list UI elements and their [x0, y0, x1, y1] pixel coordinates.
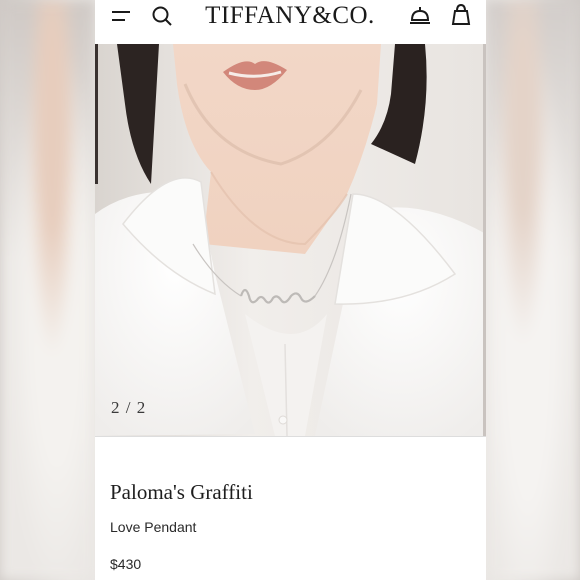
divider	[95, 436, 486, 437]
blurred-backdrop-right	[485, 0, 580, 580]
product-price: $430	[110, 556, 142, 572]
blurred-backdrop-left	[0, 0, 95, 580]
shopping-bag-icon[interactable]	[450, 3, 472, 27]
brand-logo[interactable]: TIFFANY&CO.	[195, 2, 385, 30]
search-icon[interactable]	[151, 5, 173, 27]
phone-screen: TIFFANY&CO. 2 / 2 Paloma's Graffiti Love…	[95, 0, 486, 580]
screenshot-stage: TIFFANY&CO. 2 / 2 Paloma's Graffiti Love…	[0, 0, 580, 580]
model-photo	[95, 44, 486, 436]
top-header: TIFFANY&CO.	[95, 0, 486, 44]
product-name: Paloma's Graffiti	[110, 480, 253, 504]
product-subtitle: Love Pendant	[110, 519, 197, 535]
menu-icon[interactable]	[110, 7, 132, 25]
gallery-counter: 2 / 2	[111, 398, 146, 418]
product-image[interactable]: 2 / 2	[95, 44, 486, 436]
gallery-current: 2	[111, 398, 121, 417]
service-bell-icon[interactable]	[408, 4, 432, 26]
gallery-total: 2	[136, 398, 147, 417]
gallery-separator: /	[125, 398, 132, 417]
